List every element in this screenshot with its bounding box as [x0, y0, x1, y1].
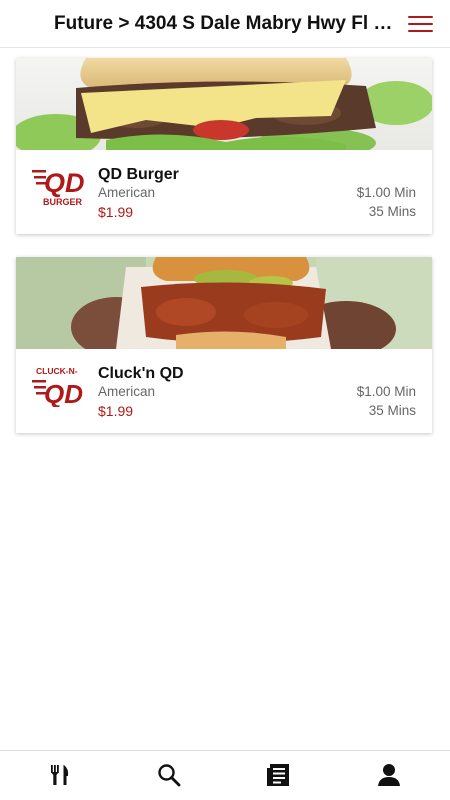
restaurant-name[interactable]: Cluck'n QD [98, 365, 184, 383]
fork-knife-icon[interactable] [46, 761, 74, 789]
logo-subtext: BURGER [43, 197, 83, 207]
restaurant-card-cluckn-qd[interactable]: CLUCK-N- QD Cluck'n QD American $1.99 $1… [16, 257, 432, 433]
logo-text: QD [44, 379, 83, 407]
restaurant-card-qd-burger[interactable]: QD BURGER QD Burger American $1.99 $1.00… [16, 58, 432, 234]
top-header: Future > 4304 S Dale Mabry Hwy Fl 3rd [0, 0, 450, 48]
logo-text: QD [44, 168, 85, 198]
orders-list-icon[interactable] [265, 761, 293, 789]
delivery-time: 35 Mins [368, 403, 416, 418]
search-icon[interactable] [155, 761, 183, 789]
cluckn-qd-logo: CLUCK-N- QD [30, 363, 90, 409]
restaurant-price: $1.99 [98, 204, 134, 220]
qd-burger-logo: QD BURGER [30, 164, 90, 208]
delivery-address-title[interactable]: Future > 4304 S Dale Mabry Hwy Fl 3rd [54, 13, 394, 35]
restaurant-info: QD BURGER QD Burger American $1.99 $1.00… [16, 150, 432, 234]
order-minimum: $1.00 Min [356, 185, 416, 200]
restaurant-name[interactable]: QD Burger [98, 166, 179, 184]
restaurant-info: CLUCK-N- QD Cluck'n QD American $1.99 $1… [16, 349, 432, 433]
bottom-navigation [0, 750, 450, 800]
chicken-sandwich-photo [16, 257, 432, 349]
order-minimum: $1.00 Min [356, 384, 416, 399]
delivery-time: 35 Mins [368, 204, 416, 219]
restaurant-cuisine: American [98, 185, 156, 200]
profile-icon[interactable] [375, 761, 403, 789]
logo-subtext: CLUCK-N- [36, 366, 78, 376]
hamburger-menu-icon[interactable] [407, 14, 435, 34]
burger-photo [16, 58, 432, 150]
restaurant-price: $1.99 [98, 403, 134, 419]
restaurant-cuisine: American [98, 384, 156, 399]
restaurant-list: QD BURGER QD Burger American $1.99 $1.00… [16, 58, 432, 456]
